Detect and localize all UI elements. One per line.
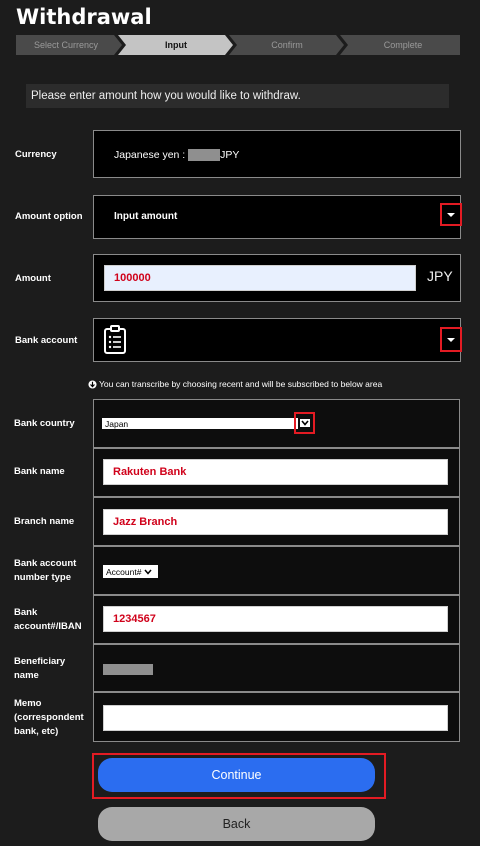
continue-button[interactable]: Continue [98,758,375,792]
bank-country-container: Japan [93,399,460,448]
bank-name-input[interactable]: Rakuten Bank [103,459,448,485]
amount-input[interactable]: 100000 [104,265,416,291]
beneficiary-container [93,644,460,692]
beneficiary-label-line2: name [14,670,39,681]
step-complete: Complete [383,40,423,50]
bank-account-dropdown-button[interactable] [440,327,462,352]
account-type-select[interactable]: Account# [103,565,158,578]
bank-country-select[interactable]: Japan [102,418,298,429]
step-input: Input [165,40,187,50]
arrow-down-circle-icon [88,379,97,389]
account-number-container: 1234567 [93,595,460,644]
memo-input[interactable] [103,705,448,731]
beneficiary-label: Beneficiary name [14,655,65,683]
memo-label-line1: Memo [14,698,42,709]
memo-label: Memo (correspondent bank, etc) [14,697,84,739]
memo-label-line2: (correspondent [14,712,84,723]
amount-option-value: Input amount [114,211,178,222]
bank-country-label: Bank country [14,418,75,429]
currency-label: Currency [15,149,57,160]
clipboard-icon [104,325,126,354]
currency-field: Japanese yen : JPY [93,130,461,178]
chevron-down-icon [447,212,455,217]
back-button[interactable]: Back [98,807,375,841]
account-type-label-line2: number type [14,572,72,583]
amount-option-select[interactable]: Input amount [93,195,461,239]
redacted-block [103,664,153,675]
page-title: Withdrawal [16,5,152,29]
bank-name-container: Rakuten Bank [93,448,460,497]
amount-unit: JPY [427,268,453,284]
bank-country-dropdown-button[interactable] [294,412,315,434]
account-number-label-line1: Bank [14,607,38,618]
bank-account-select[interactable] [93,318,461,362]
memo-label-line3: bank, etc) [14,726,59,737]
bank-name-label: Bank name [14,466,65,477]
amount-label: Amount [15,273,51,284]
branch-name-container: Jazz Branch [93,497,460,546]
branch-name-input[interactable]: Jazz Branch [103,509,448,535]
instruction-notice: Please enter amount how you would like t… [26,84,449,108]
transcribe-hint: You can transcribe by choosing recent an… [88,379,382,389]
account-type-label-line1: Bank account [14,558,77,569]
memo-container [93,692,460,742]
account-number-label-line2: account#/IBAN [14,621,82,632]
account-type-value: Account# [106,566,142,577]
account-type-label: Bank account number type [14,557,76,585]
branch-name-label: Branch name [14,516,75,527]
chevron-down-icon [299,419,310,427]
step-select-currency: Select Currency [33,40,99,50]
amount-option-dropdown-button[interactable] [440,203,462,226]
account-number-input[interactable]: 1234567 [103,606,448,632]
amount-container: 100000 JPY [93,254,461,302]
step-confirm: Confirm [271,40,303,50]
hint-text: You can transcribe by choosing recent an… [99,379,383,389]
bank-account-label: Bank account [15,335,78,346]
currency-prefix: Japanese yen : [114,149,189,161]
amount-option-label: Amount option [15,211,83,222]
chevron-down-icon [447,337,455,342]
account-number-label: Bank account#/IBAN [14,606,82,634]
beneficiary-label-line1: Beneficiary [14,656,66,667]
progress-stepper: Select Currency Input Confirm Complete [16,35,460,55]
account-type-container: Account# [93,546,460,595]
currency-value: Japanese yen : JPY [114,149,240,162]
chevron-down-icon [144,569,153,575]
redacted-block [188,149,221,162]
currency-suffix: JPY [220,149,240,161]
